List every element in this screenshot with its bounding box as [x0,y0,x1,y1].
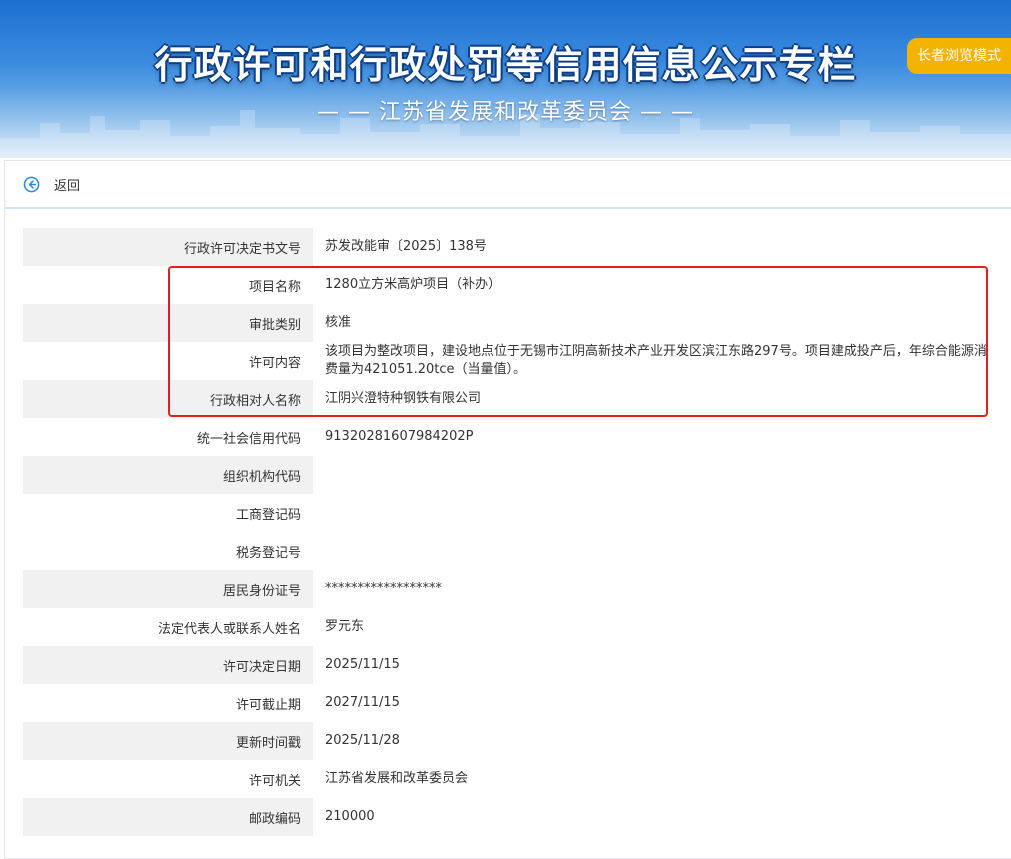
field-value: 该项目为整改项目，建设地点位于无锡市江阴高新技术产业开发区滨江东路297号。项目… [325,344,987,377]
table-row: 许可决定日期 2025/11/15 [23,646,990,684]
table-row: 邮政编码 210000 [23,798,990,836]
field-label: 许可截止期 [235,697,301,713]
field-label: 邮政编码 [23,798,313,836]
field-value: ****************** [325,581,442,596]
field-label: 组织机构代码 [23,456,313,494]
table-row: 许可截止期 2027/11/15 [23,684,990,722]
field-value: 91320281607984202P [325,429,474,444]
field-value: 2027/11/15 [325,695,400,710]
back-bar: 返回 [5,161,1011,209]
field-value: 2025/11/28 [325,733,400,748]
field-label: 审批类别 [23,304,313,342]
field-value: 江苏省发展和改革委员会 [325,771,469,786]
table-row: 组织机构代码 [23,456,990,494]
field-value: 罗元东 [325,619,365,634]
field-value [313,456,990,494]
field-label: 许可机关 [248,773,301,789]
field-label: 统一社会信用代码 [196,431,301,447]
table-row: 工商登记码 [23,494,990,532]
header-banner: 行政许可和行政处罚等信用信息公示专栏 — — 江苏省发展和改革委员会 — — 长… [0,0,1011,158]
field-label: 项目名称 [248,279,301,295]
field-value: 210000 [325,809,375,824]
table-row: 更新时间戳 2025/11/28 [23,722,990,760]
field-value: 江阴兴澄特种钢铁有限公司 [325,391,482,406]
field-label: 许可内容 [248,355,301,371]
table-row: 项目名称 1280立方米高炉项目（补办） [23,266,990,304]
field-value [313,494,990,532]
license-detail-table: 行政许可决定书文号 苏发改能审〔2025〕138号 项目名称 1280立方米高炉… [23,228,990,836]
elder-mode-button[interactable]: 长者浏览模式 [907,38,1011,74]
page-subtitle: — — 江苏省发展和改革委员会 — — [317,100,694,125]
field-label: 许可决定日期 [23,646,313,684]
table-row: 行政许可决定书文号 苏发改能审〔2025〕138号 [23,228,990,266]
table-row: 居民身份证号 ****************** [23,570,990,608]
back-arrow-icon [23,176,40,192]
field-value: 1280立方米高炉项目（补办） [325,277,502,292]
field-value: 核准 [325,315,352,330]
detail-panel: 返回 行政许可决定书文号 苏发改能审〔2025〕138号 项目名称 1280立方… [4,160,1011,859]
field-label: 税务登记号 [235,545,301,561]
table-row: 审批类别 核准 [23,304,990,342]
page-title: 行政许可和行政处罚等信用信息公示专栏 [154,43,857,87]
table-row: 许可机关 江苏省发展和改革委员会 [23,760,990,798]
table-row: 税务登记号 [23,532,990,570]
field-value: 苏发改能审〔2025〕138号 [325,239,487,254]
field-label: 行政许可决定书文号 [23,228,313,266]
back-button[interactable]: 返回 [23,175,80,194]
table-row: 许可内容 该项目为整改项目，建设地点位于无锡市江阴高新技术产业开发区滨江东路29… [23,342,990,380]
field-label: 更新时间戳 [23,722,313,760]
table-row: 统一社会信用代码 91320281607984202P [23,418,990,456]
field-label: 工商登记码 [235,507,301,523]
field-value [313,532,990,570]
table-row: 行政相对人名称 江阴兴澄特种钢铁有限公司 [23,380,990,418]
field-label: 行政相对人名称 [23,380,313,418]
field-label: 法定代表人或联系人姓名 [157,621,301,637]
table-row: 法定代表人或联系人姓名 罗元东 [23,608,990,646]
field-label: 居民身份证号 [23,570,313,608]
back-label: 返回 [54,178,81,194]
field-value: 2025/11/15 [325,657,400,672]
